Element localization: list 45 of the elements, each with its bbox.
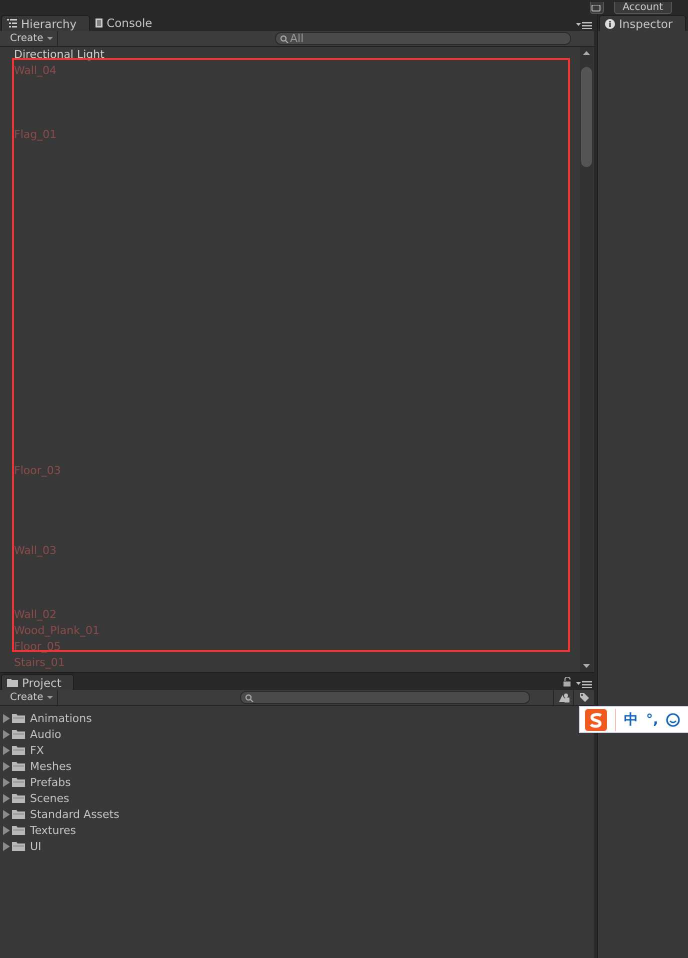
- sogou-logo-icon: [585, 708, 607, 730]
- folder-icon: [12, 713, 25, 723]
- folder-icon: [12, 729, 25, 739]
- search-icon: [280, 35, 289, 43]
- info-icon: [605, 18, 615, 28]
- panel-tab[interactable]: Inspector: [599, 15, 686, 31]
- folder-item[interactable]: Animations: [3, 710, 92, 726]
- folder-icon: [12, 809, 25, 819]
- panel-tab[interactable]: Project: [1, 674, 74, 690]
- folder-icon: [12, 793, 25, 803]
- shapes-icon: [558, 692, 570, 702]
- padlock-icon: [563, 677, 572, 687]
- folder-icon: [12, 745, 25, 755]
- search-field[interactable]: All: [275, 32, 571, 45]
- folder-icon: [12, 825, 25, 835]
- caret-icon: [47, 37, 54, 40]
- folder-item[interactable]: Textures: [3, 822, 76, 838]
- caret-icon: [47, 696, 54, 699]
- folder-item[interactable]: UI: [3, 838, 42, 854]
- account-button[interactable]: Account: [614, 2, 672, 14]
- scroll-thumb[interactable]: [581, 67, 592, 167]
- folder-icon: [12, 761, 25, 771]
- folder-item[interactable]: Meshes: [3, 758, 72, 774]
- folder-item[interactable]: Standard Assets: [3, 806, 120, 822]
- menu-icon[interactable]: [576, 680, 592, 688]
- box-icon: [590, 5, 601, 13]
- search-icon: [245, 694, 254, 702]
- list-icon: [7, 19, 17, 28]
- folder-icon: [7, 678, 18, 687]
- smiley-icon: [666, 712, 680, 726]
- panel-tab[interactable]: Console: [90, 15, 164, 31]
- scrollbar[interactable]: [580, 47, 593, 672]
- folder-item[interactable]: Prefabs: [3, 774, 71, 790]
- ime-option[interactable]: 中: [624, 710, 638, 728]
- folder-icon: [12, 777, 25, 787]
- menu-icon[interactable]: [576, 21, 592, 29]
- folder-item[interactable]: Audio: [3, 726, 62, 742]
- folder-item[interactable]: Scenes: [3, 790, 70, 806]
- document-icon: [94, 18, 103, 28]
- ime-option[interactable]: °,: [646, 712, 658, 728]
- search-field[interactable]: [240, 691, 530, 704]
- layers-button[interactable]: [590, 2, 604, 14]
- panel-tab[interactable]: Hierarchy: [1, 15, 90, 31]
- folder-item[interactable]: FX: [3, 742, 44, 758]
- folder-icon: [12, 841, 25, 851]
